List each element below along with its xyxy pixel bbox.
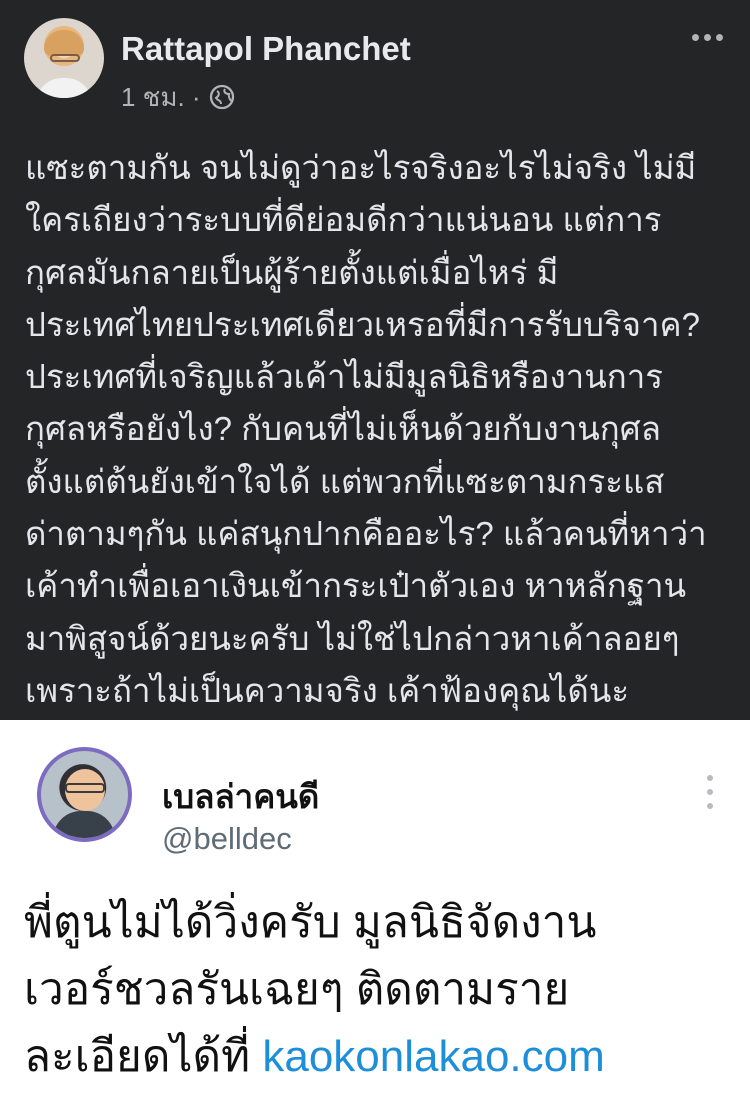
avatar-glasses (65, 783, 105, 793)
tweet-author-name[interactable]: เบลล่าคนดี (162, 770, 319, 823)
post-timestamp[interactable]: 1 ชม. · (121, 77, 201, 118)
more-horizontal-icon[interactable] (692, 28, 728, 46)
avatar-body (53, 811, 115, 838)
tweet-body-text: พี่ตูนไม่ได้วิ่งครับ มูลนิธิจัดงาน เวอร์… (24, 889, 736, 1090)
post-line: แซะตามกัน จนไม่ดูว่าอะไรจริงอะไรไม่จริง … (25, 149, 697, 186)
tweet-line-prefix: ละเอียดได้ที่ (24, 1032, 263, 1081)
dot (707, 789, 713, 795)
post-line: ใครเถียงว่าระบบที่ดีย่อมดีกว่าแน่นอน แต่… (25, 201, 662, 239)
post-line: กุศลมันกลายเป็นผู้ร้ายตั้งแต่เมื่อไหร่ ม… (25, 253, 559, 291)
globe-icon[interactable] (209, 84, 235, 110)
post-author-name[interactable]: Rattapol Phanchet (121, 30, 411, 68)
post-line: เค้าทำเพื่อเอาเงินเข้ากระเป๋าตัวเอง หาหล… (25, 567, 687, 605)
tweet-line: เวอร์ชวลรันเฉยๆ ติดตามราย (24, 965, 570, 1014)
tweet-author-avatar[interactable] (37, 747, 132, 842)
dot (704, 33, 711, 41)
post-line: มาพิสูจน์ด้วยนะครับ ไม่ใช่ไปกล่าวหาเค้าล… (25, 619, 680, 657)
avatar-glasses (50, 54, 80, 62)
post-line: ประเทศที่เจริญแล้วเค้าไม่มีมูลนิธิหรืองา… (25, 358, 664, 396)
avatar-shirt (36, 78, 92, 98)
tweet-link[interactable]: kaokonlakao.com (262, 1032, 604, 1081)
tweet-line-with-link: ละเอียดได้ที่ kaokonlakao.com (24, 1023, 736, 1090)
dot (707, 775, 713, 781)
dot (707, 803, 713, 809)
dot (692, 33, 699, 41)
post-line: ตั้งแต่ต้นยังเข้าใจได้ แต่พวกที่แซะตามกร… (25, 462, 665, 500)
post-line: เพราะถ้าไม่เป็นความจริง เค้าฟ้องคุณได้นะ (25, 671, 630, 709)
avatar-hair (44, 30, 84, 56)
dot (716, 33, 723, 41)
more-vertical-icon[interactable] (705, 775, 715, 809)
tweet-line: พี่ตูนไม่ได้วิ่งครับ มูลนิธิจัดงาน (24, 898, 597, 947)
tweet-author-handle[interactable]: @belldec (162, 821, 292, 857)
embedded-tweet-card: เบลล่าคนดี @belldec พี่ตูนไม่ได้วิ่งครับ… (0, 720, 750, 1099)
facebook-post-card: Rattapol Phanchet 1 ชม. · แซะตามกัน จนไม… (0, 0, 750, 720)
post-line: ประเทศไทยประเทศเดียวเหรอที่มีการรับบริจา… (25, 305, 700, 343)
post-line: ด่าตามๆกัน แค่สนุกปากคืออะไร? แล้วคนที่ห… (25, 515, 707, 553)
post-body-text: แซะตามกัน จนไม่ดูว่าอะไรจริงอะไรไม่จริง … (25, 142, 737, 717)
post-line: กุศลหรือยังไง? กับคนที่ไม่เห็นด้วยกับงาน… (25, 410, 661, 448)
author-avatar[interactable] (24, 18, 104, 98)
post-meta: 1 ชม. · (121, 82, 235, 112)
